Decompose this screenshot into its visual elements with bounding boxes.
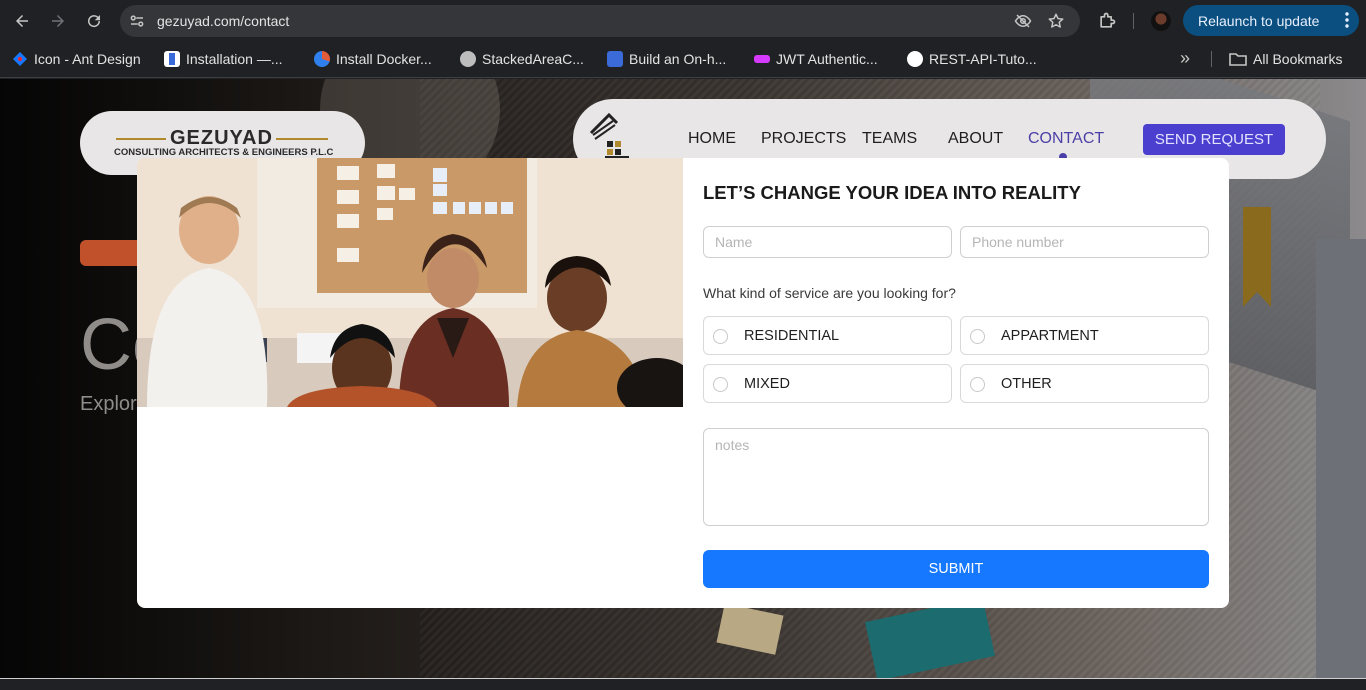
service-question: What kind of service are you looking for… (703, 285, 956, 301)
bookmarks-divider (1211, 51, 1212, 67)
address-bar[interactable]: gezuyad.com/contact (120, 5, 1080, 37)
extensions-icon[interactable] (1097, 11, 1117, 31)
option-label: MIXED (744, 376, 790, 392)
nav-projects[interactable]: PROJECTS (761, 130, 846, 148)
relaunch-button[interactable]: Relaunch to update (1183, 5, 1359, 36)
contact-modal: LET’S CHANGE YOUR IDEA INTO REALITY What… (137, 158, 1229, 608)
nav-about[interactable]: ABOUT (948, 130, 1003, 148)
nav-contact[interactable]: CONTACT (1028, 130, 1104, 148)
bookmark-label: Installation —... (186, 51, 283, 67)
option-label: OTHER (1001, 376, 1052, 392)
modal-title: LET’S CHANGE YOUR IDEA INTO REALITY (703, 182, 1081, 203)
option-other[interactable]: OTHER (960, 364, 1209, 403)
bookmark-item[interactable]: Installation —... (164, 49, 283, 69)
bookmark-item[interactable]: StackedAreaC... (460, 49, 584, 69)
co-icon (607, 51, 623, 67)
folder-icon (1229, 53, 1247, 66)
hero-subtitle: Explor (80, 393, 137, 415)
team-photo (137, 158, 683, 407)
star-icon[interactable] (1047, 12, 1065, 30)
radio-button[interactable] (713, 377, 728, 392)
radio-button[interactable] (970, 377, 985, 392)
option-residential[interactable]: RESIDENTIAL (703, 316, 952, 355)
back-icon[interactable] (10, 9, 34, 33)
nav-teams[interactable]: TEAMS (862, 130, 917, 148)
radio-button[interactable] (713, 329, 728, 344)
bookmark-item[interactable]: REST-API-Tuto... (907, 49, 1037, 69)
horizontal-scrollbar[interactable] (0, 678, 1366, 679)
all-bookmarks-button[interactable]: All Bookmarks (1229, 49, 1342, 69)
notes-textarea[interactable] (703, 428, 1209, 526)
github-icon (907, 51, 923, 67)
site-settings-icon[interactable] (128, 12, 146, 30)
profile-avatar[interactable] (1151, 11, 1171, 31)
send-request-button[interactable]: SEND REQUEST (1143, 124, 1285, 155)
bookmark-label: Icon - Ant Design (34, 51, 141, 67)
eye-off-icon[interactable] (1014, 12, 1032, 30)
forward-icon[interactable] (46, 9, 70, 33)
phone-input[interactable] (960, 226, 1209, 258)
house-logo-icon (589, 112, 629, 158)
option-mixed[interactable]: MIXED (703, 364, 952, 403)
all-bookmarks-label: All Bookmarks (1253, 51, 1343, 67)
chevron-double-right-icon[interactable]: » (1180, 48, 1190, 69)
bookmark-label: REST-API-Tuto... (929, 51, 1037, 67)
bookmark-item[interactable]: Install Docker... (314, 49, 432, 69)
radio-button[interactable] (970, 329, 985, 344)
option-label: RESIDENTIAL (744, 328, 840, 344)
nav-home[interactable]: HOME (688, 130, 736, 148)
browser-toolbar: gezuyad.com/contact Relaunch to update (0, 0, 1366, 42)
bookmark-item[interactable]: Build an On-h... (607, 49, 726, 69)
option-appartment[interactable]: APPARTMENT (960, 316, 1209, 355)
bookmark-label: JWT Authentic... (776, 51, 878, 67)
reload-icon[interactable] (82, 9, 106, 33)
toolbar-divider (1133, 13, 1134, 29)
logo-line-left (116, 138, 166, 140)
bookmark-label: Install Docker... (336, 51, 432, 67)
bookmark-label: StackedAreaC... (482, 51, 584, 67)
logo-line-right (276, 138, 328, 140)
bookmark-label: Build an On-h... (629, 51, 727, 67)
bookmark-item[interactable]: JWT Authentic... (754, 49, 878, 69)
option-label: APPARTMENT (1001, 328, 1099, 344)
globe-blue-icon (314, 51, 330, 67)
jwt-icon (754, 55, 770, 63)
bookmark-item[interactable]: Icon - Ant Design (12, 49, 141, 69)
bookmarks-bar: Icon - Ant Design Installation —... Inst… (0, 42, 1366, 78)
submit-button[interactable]: SUBMIT (703, 550, 1209, 588)
globe-icon (460, 51, 476, 67)
docs-icon (164, 51, 180, 67)
relaunch-label: Relaunch to update (1198, 12, 1320, 29)
url-text: gezuyad.com/contact (157, 13, 290, 29)
more-vert-icon[interactable] (1345, 11, 1349, 29)
background-strip (1316, 239, 1366, 679)
background-ribbon (1243, 207, 1271, 307)
logo-tagline: CONSULTING ARCHITECTS & ENGINEERS P.L.C (114, 147, 334, 158)
name-input[interactable] (703, 226, 952, 258)
ant-design-icon (12, 51, 28, 67)
